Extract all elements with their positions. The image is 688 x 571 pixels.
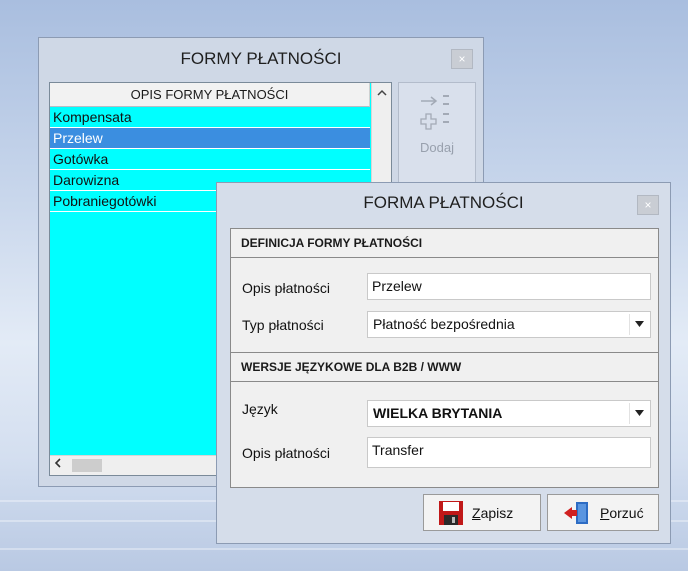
list-item-selected[interactable]: Przelew xyxy=(50,128,370,149)
language-description-label: Opis płatności xyxy=(242,445,330,461)
payment-form-dialog: FORMA PŁATNOŚCI × DEFINICJA FORMY PŁATNO… xyxy=(216,182,671,544)
language-panel: WERSJE JĘZYKOWE DLA B2B / WWW Język WIEL… xyxy=(230,353,659,488)
scroll-left-icon[interactable] xyxy=(54,457,62,472)
cancel-button[interactable]: Porzuć xyxy=(547,494,659,531)
close-icon[interactable]: × xyxy=(451,49,473,69)
column-header-description[interactable]: OPIS FORMY PŁATNOŚCI xyxy=(50,83,370,107)
description-field[interactable]: Przelew xyxy=(367,273,651,300)
chevron-down-icon[interactable] xyxy=(629,314,649,335)
floppy-disk-icon xyxy=(439,501,463,525)
definition-section-header: DEFINICJA FORMY PŁATNOŚCI xyxy=(231,229,658,258)
background-streak xyxy=(0,548,688,550)
add-button-label: Dodaj xyxy=(420,140,454,155)
language-label: Język xyxy=(242,401,278,417)
add-button[interactable]: Dodaj xyxy=(399,89,475,155)
horizontal-scroll-thumb[interactable] xyxy=(72,459,102,472)
definition-panel: DEFINICJA FORMY PŁATNOŚCI Opis płatności… xyxy=(230,228,659,353)
language-value: WIELKA BRYTANIA xyxy=(373,405,503,421)
payment-forms-title: FORMY PŁATNOŚCI xyxy=(180,49,342,68)
chevron-down-icon[interactable] xyxy=(629,403,649,424)
payment-type-value: Płatność bezpośrednia xyxy=(373,316,515,332)
language-description-field[interactable]: Transfer xyxy=(367,437,651,468)
language-select[interactable]: WIELKA BRYTANIA xyxy=(367,400,651,427)
payment-forms-titlebar[interactable]: FORMY PŁATNOŚCI × xyxy=(39,38,483,80)
horizontal-scrollbar[interactable] xyxy=(50,455,230,475)
payment-type-select[interactable]: Płatność bezpośrednia xyxy=(367,311,651,338)
close-icon[interactable]: × xyxy=(637,195,659,215)
list-item[interactable]: Gotówka xyxy=(50,149,370,170)
list-item[interactable]: Kompensata xyxy=(50,107,370,128)
payment-form-titlebar[interactable]: FORMA PŁATNOŚCI × xyxy=(217,183,670,225)
scroll-up-icon[interactable] xyxy=(372,83,391,105)
save-button-label: Zapisz xyxy=(472,505,514,521)
description-label: Opis płatności xyxy=(242,280,330,296)
language-section-header: WERSJE JĘZYKOWE DLA B2B / WWW xyxy=(231,353,658,382)
add-record-icon xyxy=(420,95,449,130)
cancel-button-label: Porzuć xyxy=(600,505,644,521)
payment-type-label: Typ płatności xyxy=(242,317,324,333)
save-button[interactable]: Zapisz xyxy=(423,494,541,531)
payment-form-title: FORMA PŁATNOŚCI xyxy=(363,193,524,212)
exit-door-icon xyxy=(564,502,588,524)
